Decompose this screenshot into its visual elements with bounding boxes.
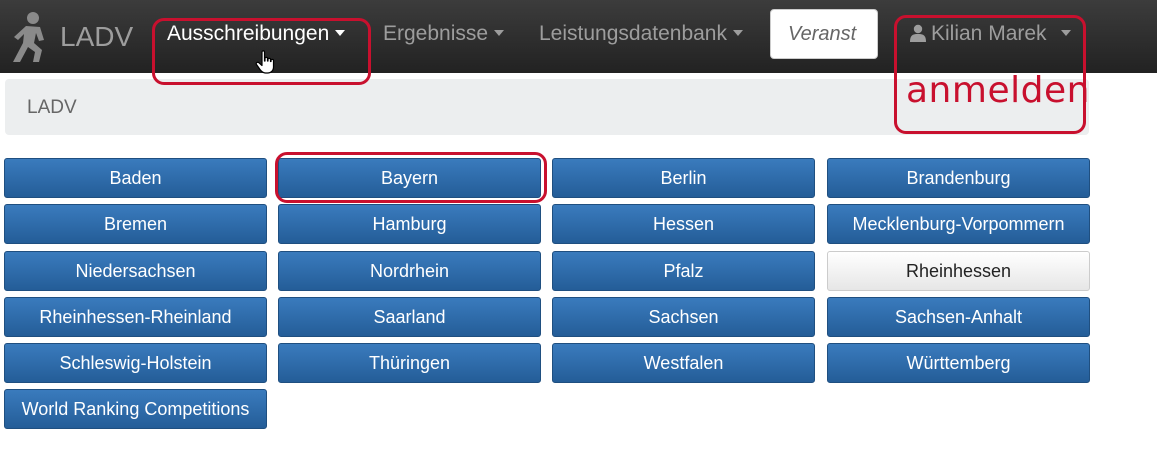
- region-button-baden[interactable]: Baden: [4, 158, 267, 198]
- region-button-bremen[interactable]: Bremen: [4, 204, 267, 244]
- region-button-wuerttemberg[interactable]: Württemberg: [827, 343, 1090, 383]
- region-button-schleswig-holstein[interactable]: Schleswig-Holstein: [4, 343, 267, 383]
- breadcrumb-item[interactable]: LADV: [27, 97, 77, 119]
- region-button-sachsen-anhalt[interactable]: Sachsen-Anhalt: [827, 297, 1090, 337]
- region-button-rheinhessen[interactable]: Rheinhessen: [827, 251, 1090, 291]
- caret-down-icon: [494, 29, 505, 36]
- region-button-hamburg[interactable]: Hamburg: [278, 204, 541, 244]
- region-button-sachsen[interactable]: Sachsen: [552, 297, 815, 337]
- caret-down-icon: [1060, 29, 1071, 36]
- region-button-hessen[interactable]: Hessen: [552, 204, 815, 244]
- caret-down-icon: [335, 29, 346, 36]
- caret-down-icon: [733, 29, 743, 36]
- nav-label: Leistungsdatenbank: [539, 22, 727, 45]
- region-button-world-ranking-competitions[interactable]: World Ranking Competitions: [4, 389, 267, 429]
- region-button-thueringen[interactable]: Thüringen: [278, 343, 541, 383]
- runner-logo-icon: [13, 12, 44, 62]
- brand-name: LADV: [60, 21, 134, 52]
- region-button-mecklenburg-vorpommern[interactable]: Mecklenburg-Vorpommern: [827, 204, 1090, 244]
- hand-cursor-icon: [255, 50, 275, 74]
- nav-leistungsdatenbank[interactable]: Leistungsdatenbank: [539, 22, 743, 46]
- user-name: Kilian Marek: [931, 22, 1047, 45]
- region-button-berlin[interactable]: Berlin: [552, 158, 815, 198]
- region-button-rheinhessen-rheinland[interactable]: Rheinhessen-Rheinland: [4, 297, 267, 337]
- nav-ausschreibungen[interactable]: Ausschreibungen: [167, 22, 346, 46]
- brand[interactable]: LADV: [6, 10, 133, 64]
- navbar: LADV Ausschreibungen Ergebnisse Leistung…: [0, 0, 1157, 73]
- region-button-saarland[interactable]: Saarland: [278, 297, 541, 337]
- nav-label: Ausschreibungen: [167, 22, 330, 45]
- region-button-niedersachsen[interactable]: Niedersachsen: [4, 251, 267, 291]
- user-icon: [910, 24, 926, 42]
- nav-ergebnisse[interactable]: Ergebnisse: [383, 22, 505, 46]
- search-input[interactable]: [770, 9, 878, 59]
- region-button-nordrhein[interactable]: Nordrhein: [278, 251, 541, 291]
- region-button-bayern[interactable]: Bayern: [278, 158, 541, 198]
- region-button-brandenburg[interactable]: Brandenburg: [827, 158, 1090, 198]
- region-button-westfalen[interactable]: Westfalen: [552, 343, 815, 383]
- user-menu[interactable]: Kilian Marek: [910, 22, 1071, 46]
- nav-label: Ergebnisse: [383, 22, 489, 45]
- annotation-anmelden: anmelden: [906, 70, 1090, 111]
- region-button-pfalz[interactable]: Pfalz: [552, 251, 815, 291]
